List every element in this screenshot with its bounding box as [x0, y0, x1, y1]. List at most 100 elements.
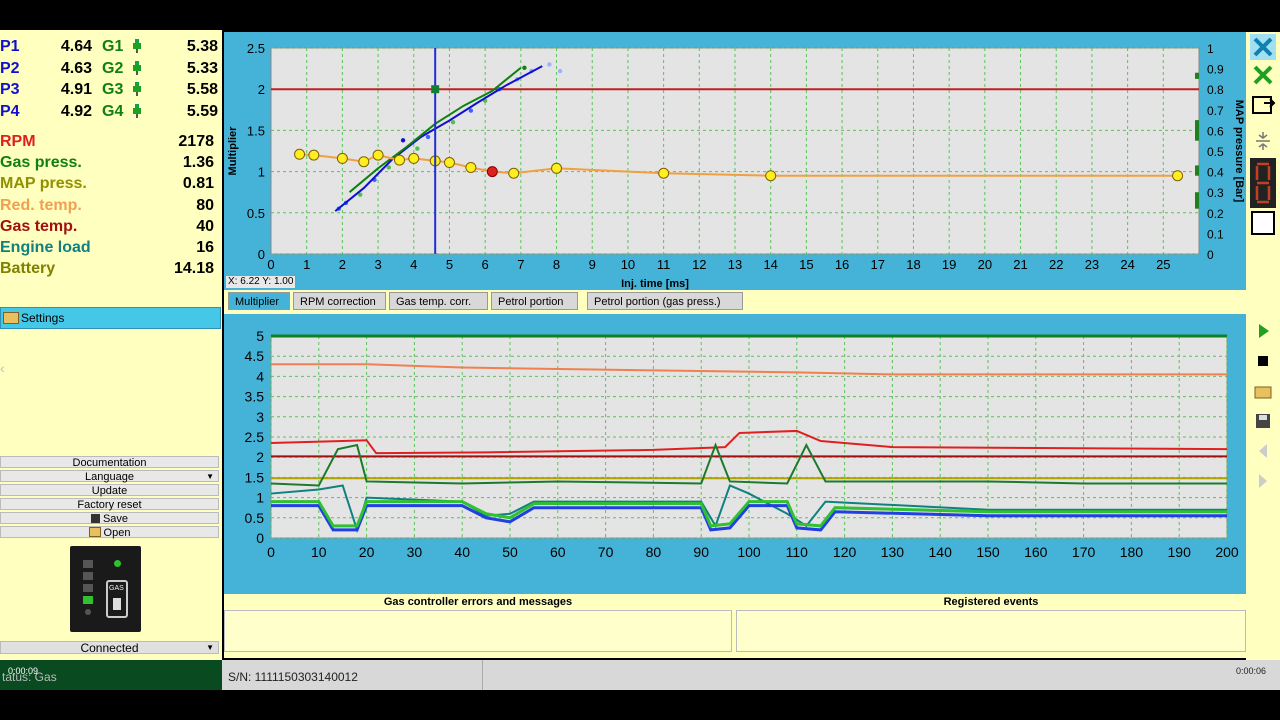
led-indicator — [85, 609, 91, 615]
gas-button[interactable]: GAS — [106, 580, 128, 618]
multiplier-point — [1172, 170, 1184, 182]
green-x-icon[interactable] — [1250, 62, 1276, 88]
tab-petrol-portion[interactable]: Petrol portion — [491, 292, 578, 310]
sensor-value: 16 — [196, 239, 214, 256]
x-tick-label: 14 — [763, 257, 777, 272]
folder-icon[interactable] — [1250, 378, 1276, 404]
sensor-label: MAP press. — [0, 175, 87, 193]
x-tick-label: 130 — [881, 544, 905, 560]
x-tick-label: 50 — [502, 544, 518, 560]
connection-dropdown[interactable]: Connected ▼ — [0, 641, 219, 654]
data-point — [425, 134, 431, 140]
export-icon[interactable] — [1250, 92, 1276, 118]
x-tick-label: 120 — [833, 544, 857, 560]
y-tick-label: 1 — [258, 165, 265, 180]
sensor-row: Gas temp. 40 — [0, 216, 222, 237]
y-tick-label: 2 — [256, 449, 264, 465]
x-tick-label: 200 — [1215, 544, 1239, 560]
data-point — [547, 62, 552, 67]
sensor-label: RPM — [0, 133, 36, 150]
tab-petrol-portion-gas-press[interactable]: Petrol portion (gas press.) — [587, 292, 743, 310]
tab-gas-temp-corr[interactable]: Gas temp. corr. — [389, 292, 488, 310]
save-label: Save — [102, 513, 129, 525]
errors-list[interactable] — [224, 610, 732, 652]
pressure-row: P4 4.92 G4 5.59 — [0, 101, 222, 122]
gas-switch-device[interactable]: GAS — [70, 546, 141, 632]
y-axis-label: Multiplier — [227, 126, 239, 176]
x-tick-label: 19 — [942, 257, 956, 272]
save-button[interactable]: Save — [0, 512, 219, 525]
open-button[interactable]: Open — [0, 526, 219, 539]
petrol-injector-value: 4.63 — [60, 59, 92, 77]
x-tick-label: 3 — [374, 257, 381, 272]
step-forward-icon[interactable] — [1250, 468, 1276, 494]
x-tick-label: 0 — [267, 544, 275, 560]
y2-tick-label: 0.3 — [1207, 186, 1224, 200]
y2-tick-label: 0.7 — [1207, 104, 1224, 118]
x-tick-label: 4 — [410, 257, 417, 272]
compress-icon[interactable] — [1250, 128, 1276, 154]
stop-icon[interactable] — [1250, 348, 1276, 374]
timeline-chart[interactable]: 0 10 20 30 40 50 60 70 80 90 100 110 120 130 140 150 160… — [224, 314, 1246, 594]
petrol-injector-label: P4 — [0, 102, 20, 120]
sensor-label: Engine load — [0, 239, 91, 256]
led-indicator — [83, 584, 93, 592]
x-tick-label: 160 — [1024, 544, 1048, 560]
x-tick-label: 21 — [1013, 257, 1027, 272]
language-dropdown[interactable]: Language ▼ — [0, 470, 219, 483]
step-back-icon[interactable] — [1250, 438, 1276, 464]
divider — [482, 660, 483, 690]
gas-injector-value: 5.38 — [186, 38, 218, 55]
sensor-row: Battery 14.18 — [0, 258, 222, 279]
selected-point — [486, 166, 498, 178]
x-tick-label: 24 — [1120, 257, 1134, 272]
x-tick-label: 40 — [454, 544, 470, 560]
gas-injector-value: 5.33 — [186, 59, 218, 77]
x-tick-label: 10 — [621, 257, 635, 272]
messages-panel: Gas controller errors and messages Regis… — [224, 594, 1280, 658]
disk-icon — [90, 514, 100, 523]
data-point — [468, 108, 474, 113]
gas-injector-label: G2 — [102, 59, 124, 77]
x-tick-label: 70 — [598, 544, 614, 560]
factory-reset-button[interactable]: Factory reset — [0, 498, 219, 511]
x-tick-label: 170 — [1072, 544, 1096, 560]
x-tick-label: 16 — [835, 257, 849, 272]
disk-icon[interactable] — [1250, 408, 1276, 434]
sensor-row: Engine load 16 — [0, 237, 222, 258]
status-led-icon — [114, 560, 121, 567]
events-list[interactable] — [736, 610, 1246, 652]
chart-tabs: Multiplier RPM correction Gas temp. corr… — [224, 290, 1280, 314]
collapse-arrow-icon[interactable]: ‹ — [0, 360, 5, 376]
gas-injector-label: G3 — [102, 81, 124, 98]
sensor-value: 1.36 — [182, 154, 214, 172]
frame-toggle-icon[interactable] — [1250, 210, 1276, 236]
y-tick-label: 0 — [258, 247, 265, 262]
settings-bar[interactable]: Settings — [0, 307, 221, 329]
multiplier-point — [336, 152, 348, 164]
sensor-value: 0.81 — [182, 175, 214, 193]
update-button[interactable]: Update — [0, 484, 219, 497]
multiplier-chart[interactable]: 1 2 3 4 5 6 7 8 9 10 11 12 13 14 15 16 17 18 19 20 21 22 23 24 2… — [224, 32, 1246, 294]
close-chart-icon[interactable] — [1250, 34, 1276, 60]
multiplier-point — [765, 170, 777, 182]
sensor-label: Battery — [0, 260, 56, 278]
x-tick-label: 25 — [1156, 257, 1170, 272]
map-pressure-bar — [1195, 120, 1199, 141]
tab-multiplier[interactable]: Multiplier — [228, 292, 290, 310]
sensor-value: 40 — [196, 217, 214, 235]
documentation-button[interactable]: Documentation — [0, 456, 219, 469]
coordinate-readout: X: 6.22 Y: 1.00 — [226, 276, 296, 288]
x-tick-label: 17 — [871, 257, 885, 272]
map-pressure-bar — [1195, 72, 1199, 79]
x-tick-label: 22 — [1049, 257, 1063, 272]
y-tick-label: 3.5 — [245, 389, 265, 405]
x-axis-label: Inj. time [ms] — [621, 278, 689, 290]
tab-rpm-correction[interactable]: RPM correction — [293, 292, 386, 310]
x-tick-label: 10 — [311, 544, 327, 560]
play-icon[interactable] — [1250, 318, 1276, 344]
petrol-injector-value: 4.92 — [60, 102, 92, 120]
sensor-row: Red. temp. 80 — [0, 195, 222, 216]
y2-tick-label: 0.1 — [1207, 227, 1224, 241]
petrol-injector-value: 4.91 — [60, 81, 92, 98]
